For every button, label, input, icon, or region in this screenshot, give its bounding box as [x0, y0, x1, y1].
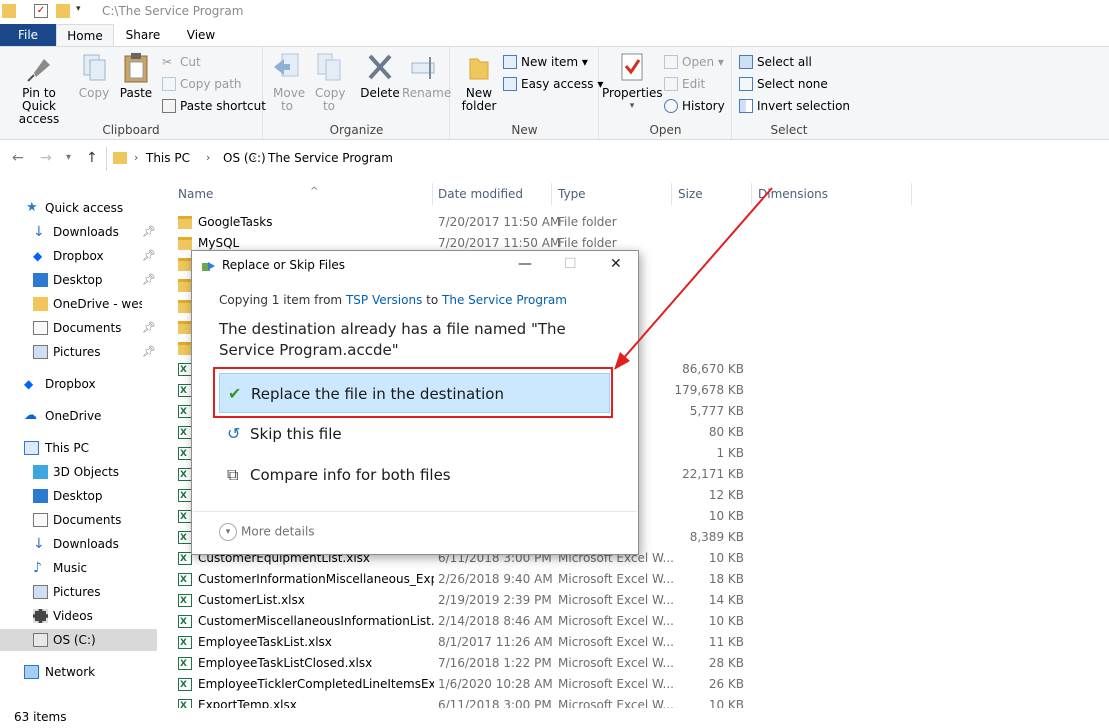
annotation-arrow — [614, 187, 773, 370]
file-explorer-window: { "window": {"path_title": "C:\\The Serv… — [0, 0, 1109, 728]
